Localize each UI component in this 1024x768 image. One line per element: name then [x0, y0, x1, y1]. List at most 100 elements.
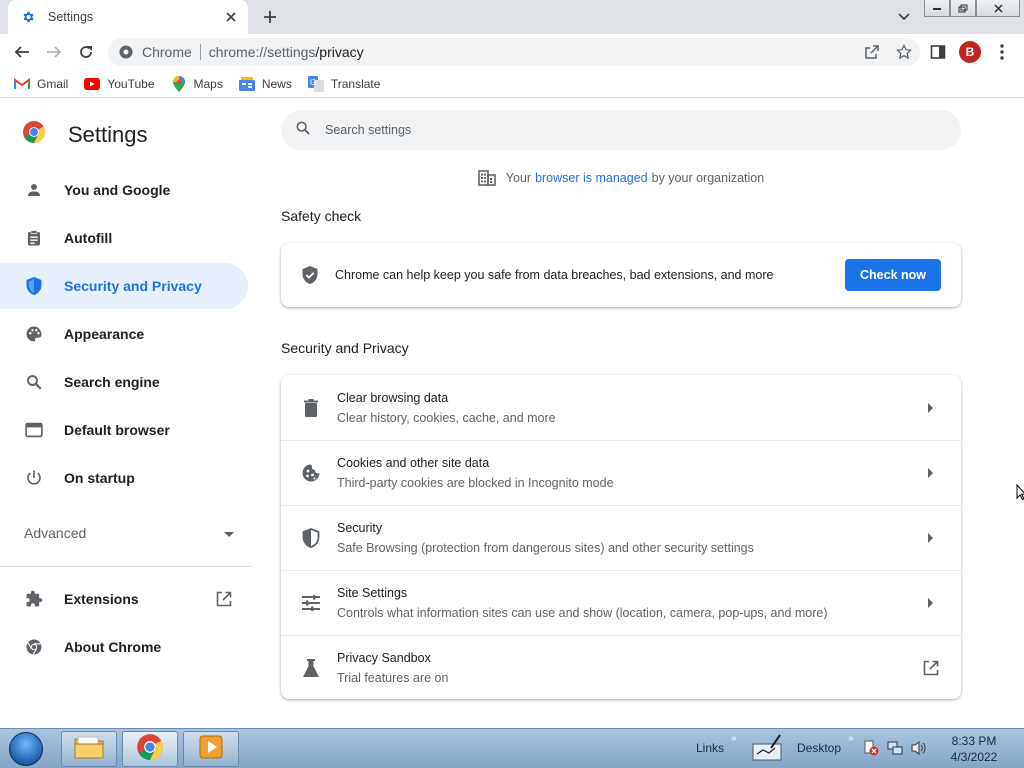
taskbar-chrome[interactable]	[122, 731, 178, 767]
gmail-icon	[14, 76, 30, 92]
network-icon[interactable]	[886, 739, 904, 757]
windows-orb-icon	[9, 732, 43, 766]
chevron-down-icon[interactable]	[894, 8, 914, 26]
volume-icon[interactable]	[910, 739, 928, 757]
bookmark-youtube[interactable]: YouTube	[84, 76, 155, 92]
mouse-cursor-icon	[1016, 484, 1024, 500]
taskbar-clock[interactable]: 8:33 PM 4/3/2022	[940, 733, 1008, 765]
cookie-icon	[301, 463, 321, 483]
open-in-new-icon[interactable]	[214, 589, 234, 609]
sidebar-item-label: About Chrome	[64, 639, 162, 655]
advanced-toggle[interactable]: Advanced	[24, 525, 234, 541]
double-chevron-icon[interactable]: »	[731, 733, 737, 744]
row-privacy-sandbox[interactable]: Privacy Sandbox Trial features are on	[281, 635, 961, 700]
clock-date: 4/3/2022	[950, 750, 998, 764]
sidebar-item-autofill[interactable]: Autofill	[0, 215, 248, 261]
back-icon[interactable]	[10, 40, 34, 64]
row-clear-browsing-data[interactable]: Clear browsing data Clear history, cooki…	[281, 375, 961, 440]
bookmark-label: News	[261, 76, 292, 91]
shield-check-icon	[301, 265, 319, 285]
sidebar-item-label: Security and Privacy	[64, 278, 202, 294]
chrome-logo-icon	[22, 120, 46, 149]
profile-avatar[interactable]: B	[958, 40, 982, 64]
search-input[interactable]: Search settings	[325, 123, 411, 137]
sidebar-item-extensions[interactable]: Extensions	[0, 576, 248, 622]
sidebar-item-label: You and Google	[64, 182, 171, 198]
taskbar-desktop-toolbar[interactable]: Desktop	[797, 741, 841, 755]
restore-button[interactable]	[950, 0, 976, 17]
tune-icon	[301, 593, 321, 613]
settings-header: Settings	[22, 120, 148, 149]
search-settings-field[interactable]: Search settings	[281, 110, 961, 150]
tab-settings[interactable]: Settings	[8, 0, 248, 34]
sidebar-item-default-browser[interactable]: Default browser	[0, 407, 248, 453]
managed-link[interactable]: browser is managed	[535, 171, 648, 185]
shield-half-icon	[301, 528, 321, 548]
sidebar-item-label: Search engine	[64, 374, 160, 390]
sidebar-item-on-startup[interactable]: On startup	[0, 455, 248, 501]
start-button[interactable]	[4, 731, 48, 767]
check-now-button[interactable]: Check now	[845, 259, 941, 291]
safety-check-card: Chrome can help keep you safe from data …	[281, 243, 961, 307]
row-subtitle: Third-party cookies are blocked in Incog…	[337, 476, 614, 490]
power-icon	[24, 468, 44, 488]
omnibox-chip: Chrome	[142, 44, 192, 60]
omnibox-separator	[199, 44, 201, 60]
bookmarks-bar: Gmail YouTube Maps News G Translate	[0, 70, 1024, 98]
caret-down-icon	[224, 525, 234, 541]
action-center-icon[interactable]	[862, 739, 880, 757]
chrome-page-icon	[118, 44, 134, 60]
row-subtitle: Safe Browsing (protection from dangerous…	[337, 541, 754, 555]
browser-toolbar: Chrome chrome://settings/privacy B	[0, 34, 1024, 70]
row-cookies[interactable]: Cookies and other site data Third-party …	[281, 440, 961, 505]
bookmark-star-icon[interactable]	[894, 42, 914, 62]
bookmark-news[interactable]: News	[238, 76, 292, 92]
row-title: Clear browsing data	[337, 390, 449, 405]
translate-icon: G	[307, 75, 324, 92]
bookmark-maps[interactable]: Maps	[171, 75, 223, 92]
security-privacy-heading: Security and Privacy	[281, 340, 409, 356]
tab-strip: Settings	[0, 0, 1024, 34]
bookmark-gmail[interactable]: Gmail	[14, 76, 68, 92]
youtube-icon	[84, 76, 101, 92]
share-icon[interactable]	[862, 42, 882, 62]
sidebar-item-label: Default browser	[64, 422, 170, 438]
taskbar-links-toolbar[interactable]: Links	[696, 741, 724, 755]
open-in-new-icon[interactable]	[921, 658, 941, 678]
advanced-label: Advanced	[24, 525, 87, 541]
news-icon	[238, 76, 255, 92]
close-tab-icon[interactable]	[222, 8, 240, 26]
sidebar-item-about-chrome[interactable]: About Chrome	[0, 624, 248, 670]
reload-icon[interactable]	[74, 40, 98, 64]
shield-icon	[24, 276, 44, 296]
kebab-menu-icon[interactable]	[990, 40, 1014, 64]
sidebar-item-label: Extensions	[64, 591, 139, 607]
bookmark-label: Translate	[330, 76, 381, 91]
arrow-right-icon	[921, 593, 941, 613]
bookmark-label: YouTube	[107, 76, 155, 91]
sidebar-divider	[0, 566, 252, 567]
side-panel-icon[interactable]	[926, 40, 950, 64]
managed-suffix: by your organization	[651, 171, 765, 185]
sidebar-item-you-and-google[interactable]: You and Google	[0, 167, 248, 213]
row-subtitle: Trial features are on	[337, 671, 449, 685]
new-tab-icon[interactable]	[258, 6, 282, 28]
settings-sidebar: Settings You and Google Autofill Securit…	[0, 102, 256, 728]
sidebar-item-search-engine[interactable]: Search engine	[0, 359, 248, 405]
row-site-settings[interactable]: Site Settings Controls what information …	[281, 570, 961, 635]
folder-icon	[74, 735, 104, 764]
bookmark-translate[interactable]: G Translate	[307, 75, 381, 92]
taskbar-media-player[interactable]	[183, 731, 239, 767]
forward-icon[interactable]	[42, 40, 66, 64]
clipboard-icon	[24, 228, 44, 248]
gear-icon	[20, 9, 36, 25]
pen-tablet-icon[interactable]	[751, 734, 783, 762]
sidebar-item-security-and-privacy[interactable]: Security and Privacy	[0, 263, 248, 309]
sidebar-item-appearance[interactable]: Appearance	[0, 311, 248, 357]
taskbar-explorer[interactable]	[61, 731, 117, 767]
double-chevron-icon[interactable]: »	[848, 733, 854, 744]
close-window-button[interactable]	[976, 0, 1020, 17]
row-security[interactable]: Security Safe Browsing (protection from …	[281, 505, 961, 570]
omnibox[interactable]: Chrome chrome://settings/privacy	[108, 38, 920, 66]
minimize-button[interactable]	[924, 0, 950, 17]
